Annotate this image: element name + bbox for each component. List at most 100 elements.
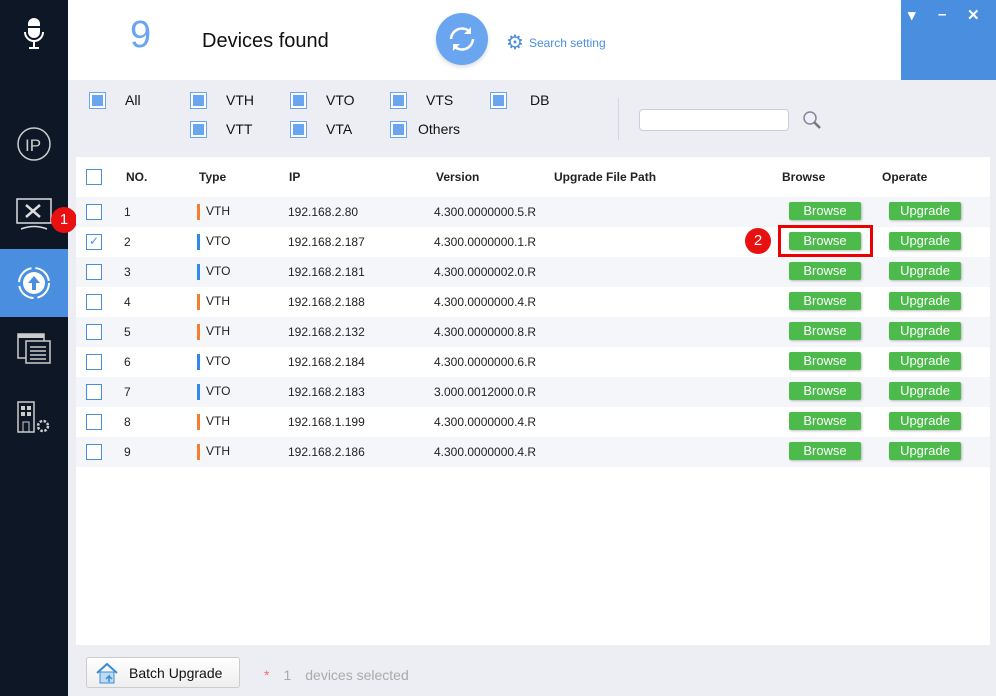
batch-upgrade-button[interactable]: Batch Upgrade: [86, 657, 240, 688]
filter-checkbox[interactable]: [190, 120, 207, 138]
table-row[interactable]: 1 VTH 192.168.2.80 4.300.0000000.5.R Bro…: [76, 197, 990, 227]
row-ip: 192.168.2.183: [288, 385, 365, 399]
filter-checkbox[interactable]: [390, 91, 407, 109]
sidebar: IP: [0, 0, 68, 696]
upgrade-button[interactable]: Upgrade: [889, 292, 961, 310]
refresh-icon: [449, 27, 475, 51]
row-type: VTH: [197, 204, 230, 220]
row-ip: 192.168.2.188: [288, 295, 365, 309]
menu-dropdown-icon[interactable]: ▾: [908, 6, 916, 24]
type-label: VTH: [206, 204, 230, 219]
filter-checkbox[interactable]: [190, 91, 207, 109]
upgrade-button[interactable]: Upgrade: [889, 382, 961, 400]
browse-button[interactable]: Browse: [789, 292, 861, 310]
type-color-bar: [197, 204, 200, 220]
column-header-ip: IP: [289, 170, 301, 184]
row-checkbox[interactable]: [86, 384, 102, 400]
browse-button[interactable]: Browse: [789, 262, 861, 280]
upgrade-button[interactable]: Upgrade: [889, 202, 961, 220]
highlight-box: [778, 225, 873, 257]
window-controls: ▾ – ✕: [901, 0, 996, 80]
row-checkbox[interactable]: ✓: [86, 234, 102, 250]
row-checkbox[interactable]: [86, 204, 102, 220]
column-header-no: NO.: [126, 170, 148, 184]
upgrade-button[interactable]: Upgrade: [889, 262, 961, 280]
selected-count: 1: [283, 667, 292, 683]
filter-checkbox[interactable]: [290, 120, 307, 138]
table-row[interactable]: 6 VTO 192.168.2.184 4.300.0000000.6.R Br…: [76, 347, 990, 377]
row-ip: 192.168.1.199: [288, 415, 365, 429]
row-checkbox[interactable]: [86, 324, 102, 340]
browse-button[interactable]: Browse: [789, 442, 861, 460]
type-color-bar: [197, 234, 200, 250]
column-header-path: Upgrade File Path: [554, 170, 657, 184]
sidebar-item-ip[interactable]: IP: [0, 110, 68, 178]
close-button[interactable]: ✕: [967, 6, 980, 24]
table-row[interactable]: 3 VTO 192.168.2.181 4.300.0000002.0.R Br…: [76, 257, 990, 287]
table-row[interactable]: 7 VTO 192.168.2.183 3.000.0012000.0.R Br…: [76, 377, 990, 407]
browse-button[interactable]: Browse: [789, 412, 861, 430]
type-label: VTH: [206, 414, 230, 429]
upgrade-button[interactable]: Upgrade: [889, 412, 961, 430]
browse-button[interactable]: Browse: [789, 382, 861, 400]
upgrade-button[interactable]: Upgrade: [889, 442, 961, 460]
row-version: 4.300.0000000.4.R: [434, 445, 537, 459]
batch-upgrade-label: Batch Upgrade: [129, 664, 223, 681]
filter-db[interactable]: DB: [490, 91, 550, 109]
filter-all[interactable]: All: [89, 91, 141, 109]
search-setting-link[interactable]: ⚙ Search setting: [506, 30, 606, 55]
browse-button[interactable]: Browse: [789, 322, 861, 340]
search-icon[interactable]: [802, 110, 822, 130]
filter-vts[interactable]: VTS: [390, 91, 454, 109]
table-row[interactable]: 8 VTH 192.168.1.199 4.300.0000000.4.R Br…: [76, 407, 990, 437]
row-checkbox[interactable]: [86, 414, 102, 430]
building-gear-icon: [17, 401, 50, 433]
filter-vtt[interactable]: VTT: [190, 120, 252, 138]
filter-label: VTS: [426, 92, 454, 108]
filter-checkbox[interactable]: [390, 120, 407, 138]
row-checkbox[interactable]: [86, 354, 102, 370]
upgrade-button[interactable]: Upgrade: [889, 322, 961, 340]
filter-label: VTH: [226, 92, 254, 108]
filter-checkbox[interactable]: [290, 91, 307, 109]
sidebar-item-upgrade[interactable]: [0, 249, 68, 317]
row-checkbox[interactable]: [86, 264, 102, 280]
row-type: VTH: [197, 444, 230, 460]
upgrade-button[interactable]: Upgrade: [889, 232, 961, 250]
table-row[interactable]: 5 VTH 192.168.2.132 4.300.0000000.8.R Br…: [76, 317, 990, 347]
sidebar-item-voice[interactable]: [0, 0, 68, 68]
row-ip: 192.168.2.181: [288, 265, 365, 279]
divider: [618, 98, 619, 140]
column-header-browse: Browse: [782, 170, 826, 184]
filter-vth[interactable]: VTH: [190, 91, 254, 109]
sidebar-item-building-settings[interactable]: [0, 384, 68, 452]
row-version: 4.300.0000000.4.R: [434, 295, 537, 309]
filter-vto[interactable]: VTO: [290, 91, 355, 109]
type-color-bar: [197, 324, 200, 340]
filter-label: Others: [418, 121, 461, 137]
table-row[interactable]: 4 VTH 192.168.2.188 4.300.0000000.4.R Br…: [76, 287, 990, 317]
sidebar-item-info[interactable]: [0, 315, 68, 383]
row-version: 4.300.0000000.6.R: [434, 355, 537, 369]
filter-label: DB: [530, 92, 550, 108]
refresh-button[interactable]: [436, 13, 488, 65]
type-label: VTH: [206, 294, 230, 309]
row-checkbox[interactable]: [86, 294, 102, 310]
search-input[interactable]: [639, 109, 789, 131]
row-version: 4.300.0000000.5.R: [434, 205, 537, 219]
row-checkbox[interactable]: [86, 444, 102, 460]
ip-icon: IP: [17, 127, 51, 161]
minimize-button[interactable]: –: [938, 6, 946, 23]
filter-others[interactable]: Others: [390, 120, 461, 138]
row-no: 5: [124, 325, 131, 339]
type-label: VTH: [206, 324, 230, 339]
upgrade-button[interactable]: Upgrade: [889, 352, 961, 370]
filter-checkbox[interactable]: [89, 91, 106, 109]
table-row[interactable]: 9 VTH 192.168.2.186 4.300.0000000.4.R Br…: [76, 437, 990, 467]
filter-checkbox[interactable]: [490, 91, 507, 109]
type-color-bar: [197, 264, 200, 280]
filter-vta[interactable]: VTA: [290, 120, 352, 138]
browse-button[interactable]: Browse: [789, 352, 861, 370]
browse-button[interactable]: Browse: [789, 202, 861, 220]
select-all-checkbox[interactable]: [86, 169, 102, 185]
